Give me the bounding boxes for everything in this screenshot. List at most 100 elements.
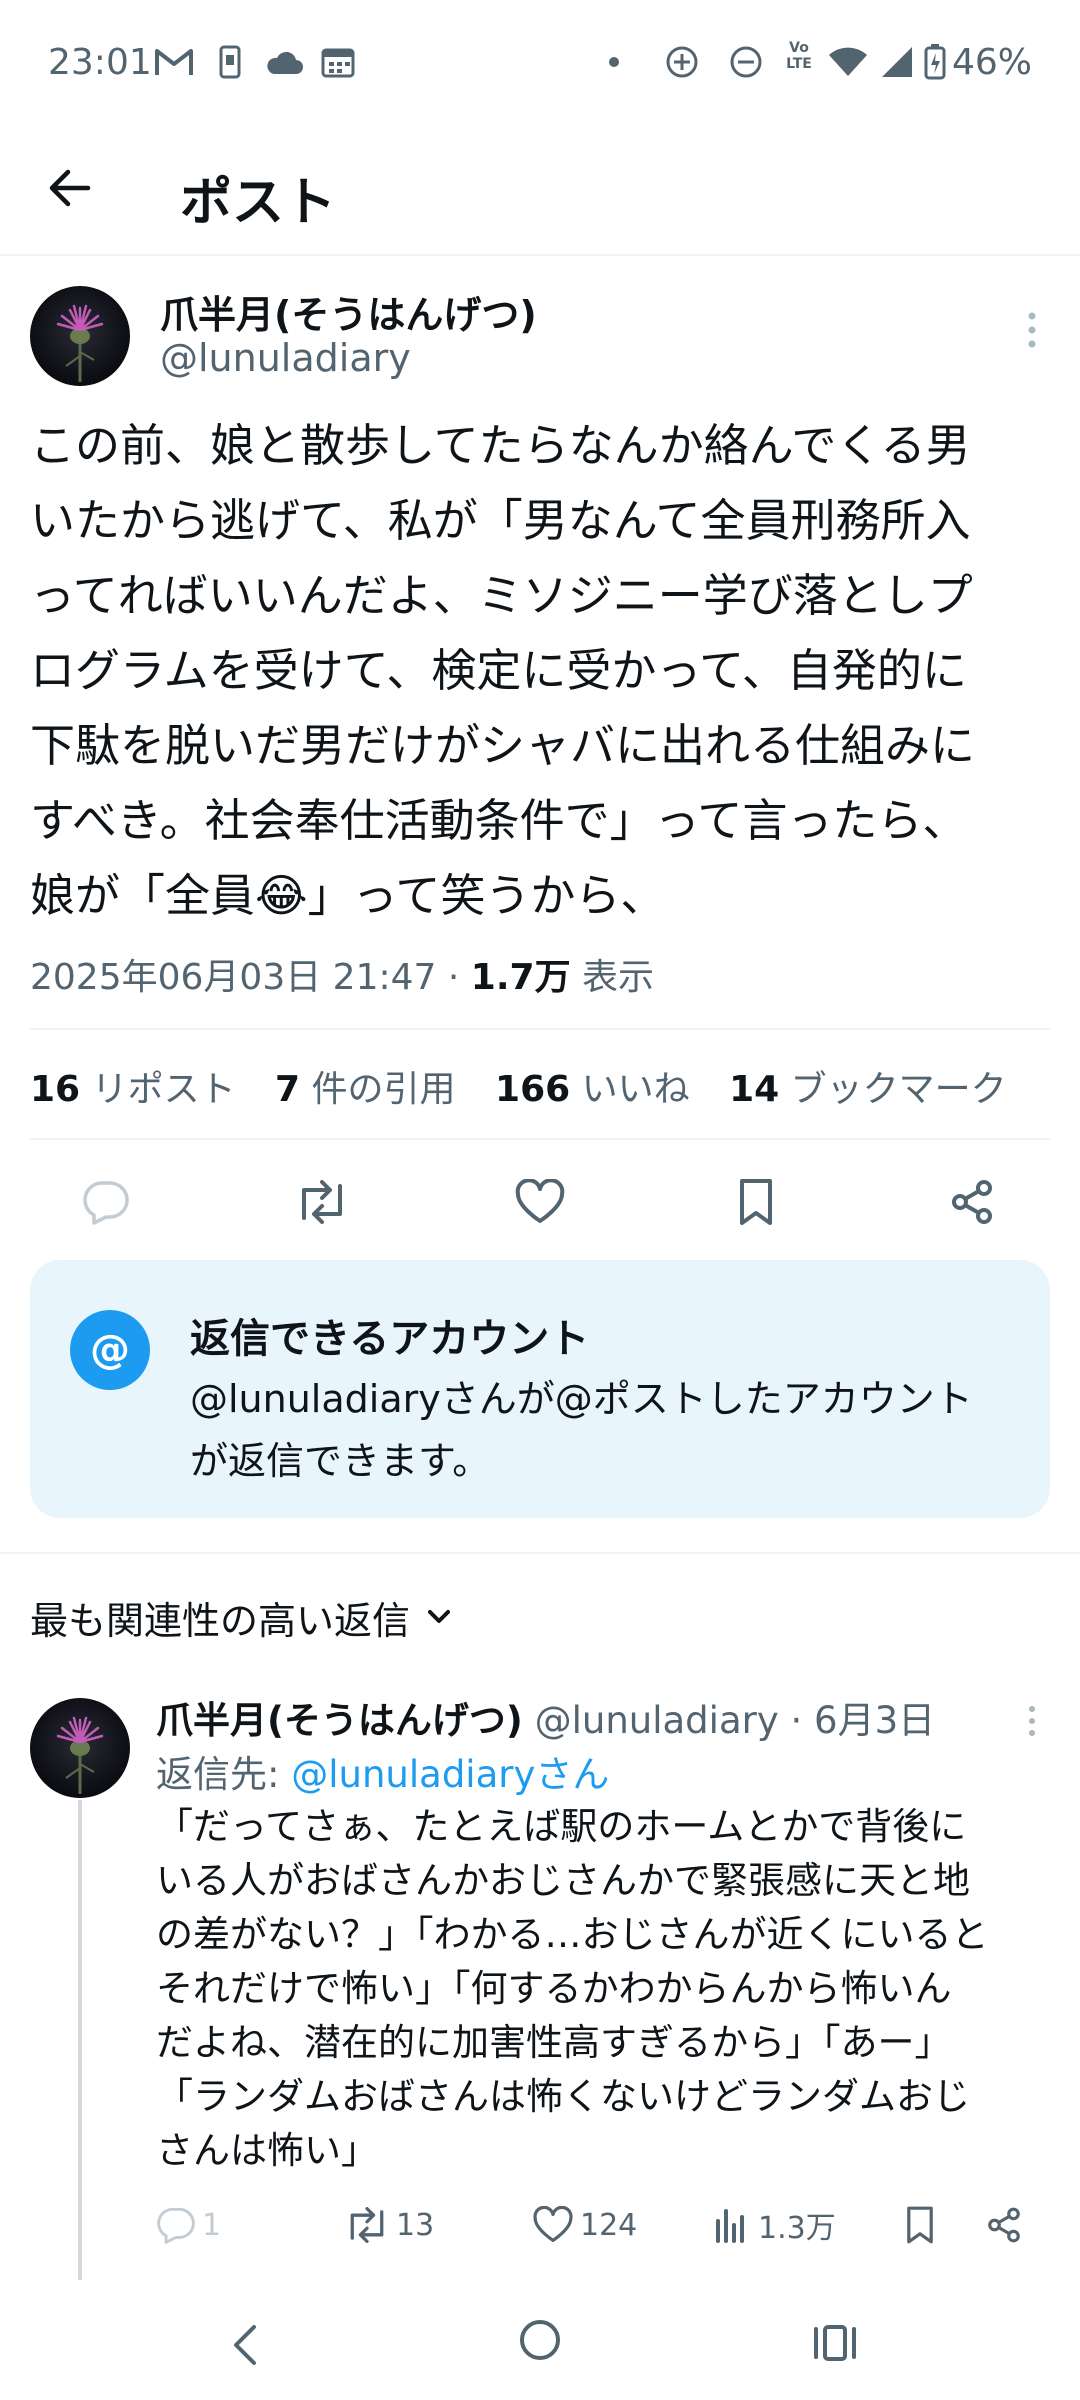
- likes-count: 166: [495, 1069, 571, 1110]
- share-icon: [988, 2207, 1020, 2243]
- analytics-icon: [716, 2209, 744, 2243]
- replies-sort-label: 最も関連性の高い返信: [30, 1598, 411, 1643]
- post-view-label: 表示: [582, 957, 655, 998]
- post-text: この前、娘と散歩してたらなんか絡んでくる男 いたから逃げて、私が「男なんて全員刑…: [30, 408, 1060, 933]
- reply-text-line: だよね、潜在的に加害性高すぎるから」「あー」: [156, 2021, 952, 2064]
- more-vertical-icon: [1029, 1706, 1035, 1736]
- home-circle-icon: [520, 2320, 560, 2360]
- more-options-button[interactable]: [1010, 300, 1054, 360]
- do-not-disturb-icon: [728, 44, 764, 80]
- reply-like-button[interactable]: 124: [532, 2200, 637, 2250]
- back-button[interactable]: [40, 158, 100, 218]
- post-timestamp[interactable]: 2025年06月03日 21:47: [30, 957, 436, 998]
- volte-indicator: Vo LTE: [782, 40, 816, 76]
- quotes-count: 7: [275, 1069, 301, 1110]
- top-bar: ポスト: [0, 120, 1080, 256]
- status-time: 23:01: [48, 42, 152, 83]
- divider: [30, 1138, 1050, 1140]
- bookmark-button[interactable]: [726, 1172, 786, 1232]
- reply-author-avatar[interactable]: [30, 1698, 130, 1798]
- post-text-line: ってればいいんだよ、ミソジニー学び落としプ: [30, 569, 973, 622]
- bookmarks-label: ブックマーク: [790, 1069, 1007, 1110]
- wifi-icon: [828, 44, 868, 80]
- system-recents-button[interactable]: [800, 2308, 870, 2378]
- share-icon: [952, 1180, 992, 1224]
- reply-text: 「だってさぁ、たとえば駅のホームとかで背後に いる人がおばさんかおじさんかで緊張…: [156, 1800, 1060, 2178]
- reply-to: 返信先: @lunuladiaryさん: [156, 1744, 609, 1798]
- system-back-button[interactable]: [210, 2310, 280, 2380]
- volte-text: Vo LTE: [786, 40, 812, 72]
- post-text-line: 下駄を脱いだ男だけがシャバに出れる仕組みに: [30, 719, 976, 772]
- heart-icon: [515, 1179, 565, 1223]
- reply-bubble-icon: [83, 1181, 129, 1225]
- battery-percent: 46%: [952, 42, 1033, 83]
- gmail-icon: [154, 44, 194, 80]
- stats-row: 16 リポスト 7 件の引用 166 いいね 14 ブックマーク: [30, 1060, 1007, 1112]
- post-text-line: この前、娘と散歩してたらなんか絡んでくる男: [30, 419, 971, 472]
- reposts-stat[interactable]: 16 リポスト: [30, 1069, 236, 1110]
- bookmarks-stat[interactable]: 14 ブックマーク: [729, 1069, 1007, 1110]
- heart-icon: [533, 2206, 573, 2242]
- divider: [0, 1552, 1080, 1554]
- reply-author-name[interactable]: 爪半月(そうはんげつ): [156, 1699, 523, 1742]
- reply-more-options-button[interactable]: [1012, 1696, 1052, 1746]
- arrow-left-icon: [49, 169, 91, 207]
- reply-views-count: 1.3万: [758, 2211, 836, 2246]
- reposts-count: 16: [30, 1069, 81, 1110]
- author-avatar[interactable]: [30, 286, 130, 386]
- thistle-flower-icon: [56, 1716, 104, 1794]
- post-text-line: ログラムを受けて、検定に受かって、自発的に: [30, 644, 967, 697]
- replies-sort-dropdown[interactable]: 最も関連性の高い返信: [30, 1592, 454, 1643]
- reply-bubble-icon: [157, 2207, 195, 2244]
- author-name[interactable]: 爪半月(そうはんげつ): [160, 284, 537, 339]
- system-home-button[interactable]: [505, 2305, 575, 2375]
- divider: [30, 1028, 1050, 1030]
- reply-restriction-box: @ 返信できるアカウント @lunuladiaryさんが@ポストしたアカウント …: [30, 1260, 1050, 1518]
- reply-bookmark-button[interactable]: [898, 2200, 942, 2250]
- reply-to-handle[interactable]: @lunuladiaryさん: [291, 1753, 609, 1796]
- reply-share-button[interactable]: [982, 2200, 1026, 2250]
- mention-icon: @: [70, 1310, 150, 1390]
- calendar-icon: [320, 44, 356, 80]
- repost-button[interactable]: [292, 1172, 352, 1232]
- reply-reposts-count: 13: [396, 2207, 435, 2243]
- reposts-label: リポスト: [91, 1069, 236, 1110]
- reply-restriction-title: 返信できるアカウント: [190, 1316, 590, 1362]
- reply-text-line: の差がない？」「わかる…おじさんが近くにいると: [156, 1913, 989, 1956]
- data-saver-icon: [664, 44, 700, 80]
- quotes-stat[interactable]: 7 件の引用: [275, 1069, 456, 1110]
- reply-button[interactable]: [76, 1172, 136, 1232]
- likes-label: いいね: [581, 1069, 690, 1110]
- reply-text-line: 「ランダムおばさんは怖くないけどランダムおじ: [156, 2075, 970, 2118]
- more-vertical-icon: [1028, 312, 1036, 348]
- reply-replies-count: 1: [202, 2207, 222, 2243]
- repost-icon: [350, 2207, 384, 2243]
- author-handle[interactable]: @lunuladiary: [160, 336, 411, 380]
- reply-header: 爪半月(そうはんげつ) @lunuladiary · 6月3日: [156, 1690, 935, 1744]
- bookmark-icon: [740, 1179, 772, 1225]
- share-button[interactable]: [942, 1172, 1002, 1232]
- reply-restriction-text: @lunuladiaryさんが@ポストしたアカウント が返信できます。: [190, 1368, 973, 1492]
- cloud-icon: [264, 44, 304, 80]
- like-button[interactable]: [510, 1172, 570, 1232]
- reply-restriction-line: @lunuladiaryさんが@ポストしたアカウント: [190, 1377, 973, 1421]
- reply-text-line: 「だってさぁ、たとえば駅のホームとかで背後に: [156, 1805, 967, 1848]
- meta-separator: ·: [447, 957, 460, 998]
- post-text-line: いたから逃げて、私が「男なんて全員刑務所入: [30, 494, 971, 547]
- reply-likes-count: 124: [580, 2207, 638, 2243]
- reply-date[interactable]: · 6月3日: [791, 1699, 936, 1742]
- status-bar: 23:01 Vo LTE 46%: [0, 0, 1080, 120]
- reply-text-line: それだけで怖い」「何するかわからんから怖いん: [156, 1967, 952, 2010]
- repost-icon: [302, 1180, 342, 1224]
- reply-text-line: いる人がおばさんかおじさんかで緊張感に天と地: [156, 1859, 970, 1902]
- reply-views-button[interactable]: 1.3万: [714, 2200, 836, 2250]
- likes-stat[interactable]: 166 いいね: [495, 1069, 690, 1110]
- signal-icon: [880, 44, 914, 80]
- reply-text-line: さんは怖い」: [156, 2129, 378, 2172]
- reply-repost-button[interactable]: 13: [344, 2200, 434, 2250]
- post-meta: 2025年06月03日 21:47 · 1.7万 表示: [30, 948, 654, 1000]
- post-text-line: すべき。社会奉仕活動条件で」って言ったら、: [30, 794, 968, 847]
- reply-reply-button[interactable]: 1: [156, 2200, 221, 2250]
- reply-author-handle[interactable]: @lunuladiary: [535, 1699, 779, 1742]
- post-text-line: 娘が「全員😂」って笑うから、: [30, 869, 666, 922]
